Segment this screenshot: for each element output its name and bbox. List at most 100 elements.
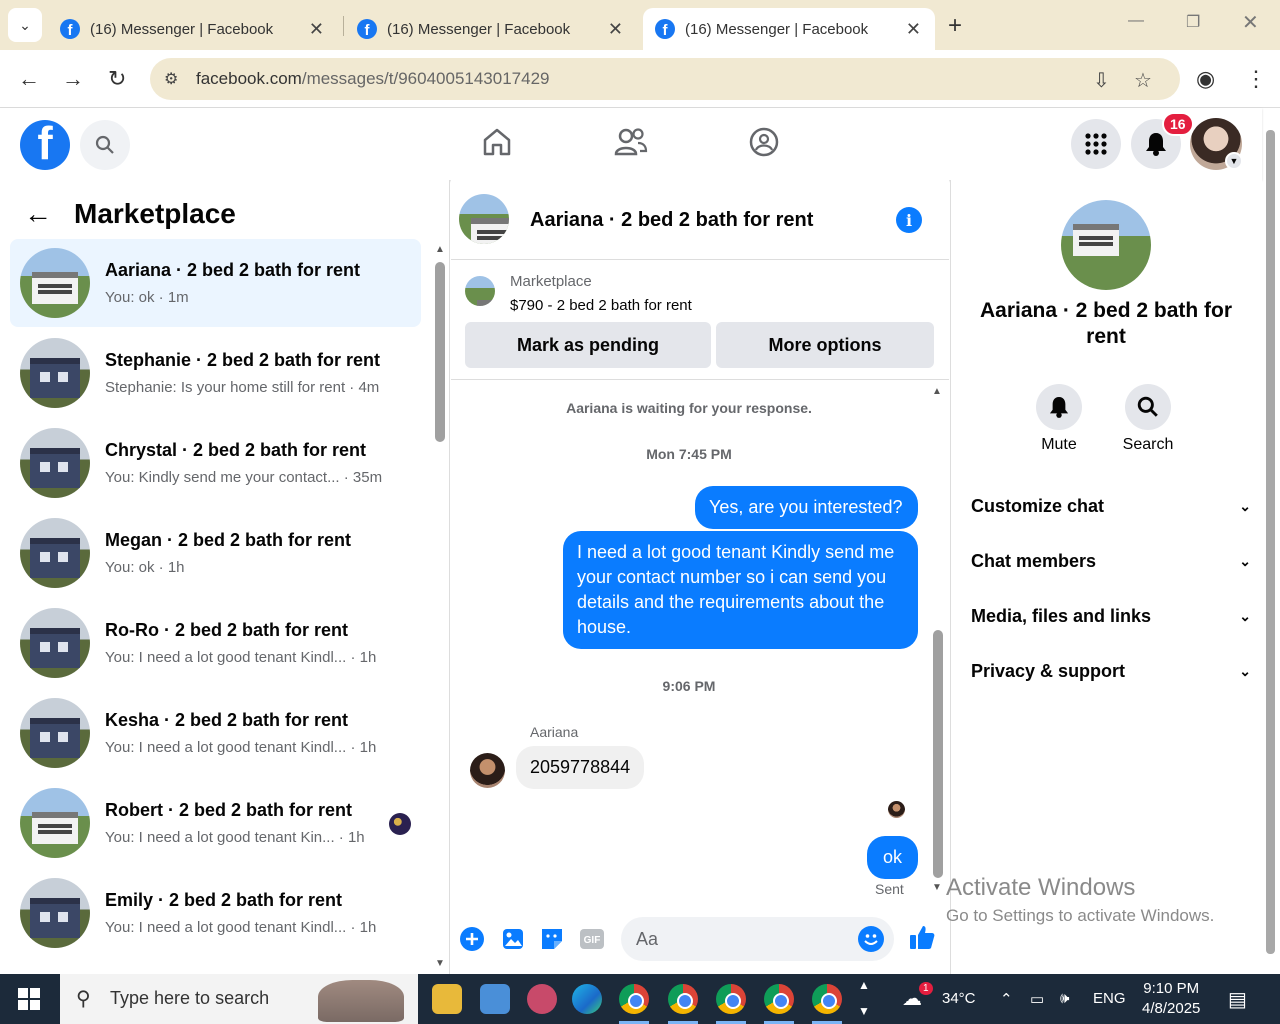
conversation-item[interactable]: Aariana · 2 bed 2 bath for rent You: ok ·… (10, 239, 421, 327)
outgoing-message[interactable]: I need a lot good tenant Kindly send me … (563, 531, 918, 649)
outgoing-message[interactable]: Yes, are you interested? (695, 486, 918, 529)
reload-icon[interactable]: ↻ (108, 66, 126, 92)
groups-icon[interactable] (748, 126, 780, 158)
outgoing-message[interactable]: ok (867, 836, 918, 879)
back-arrow-icon[interactable]: ← (24, 198, 52, 230)
temperature[interactable]: 34°C (942, 990, 976, 1007)
minimize-icon[interactable]: — (1128, 12, 1144, 30)
chevron-down-icon[interactable]: ▼ (1225, 152, 1243, 170)
taskbar-scroll-down-icon[interactable]: ▼ (858, 1004, 870, 1018)
chat-avatar[interactable] (459, 194, 509, 244)
gif-icon[interactable]: GIF (579, 926, 605, 952)
new-tab-button[interactable]: + (948, 12, 962, 40)
chat-members-section[interactable]: Chat members ⌄ (971, 551, 1251, 572)
scrollbar-thumb[interactable] (933, 630, 943, 878)
scroll-up-arrow[interactable]: ▲ (435, 244, 445, 255)
address-bar[interactable]: ⚙ facebook.com/messages/t/96040051430174… (150, 58, 1180, 100)
conversation-item[interactable]: Robert · 2 bed 2 bath for rent You: I nee… (10, 779, 421, 867)
thumbs-up-icon[interactable] (907, 922, 937, 952)
conversation-item[interactable]: Kesha · 2 bed 2 bath for rent You: I need… (10, 689, 421, 777)
window-close-icon[interactable]: ✕ (1242, 10, 1259, 35)
notification-center-icon[interactable]: ▤ (1228, 987, 1247, 1012)
site-settings-icon[interactable]: ⚙ (164, 69, 178, 89)
notification-badge: 16 (1162, 112, 1194, 136)
chevron-down-icon: ⌄ (1239, 663, 1251, 679)
conversation-item[interactable]: Megan · 2 bed 2 bath for rent You: ok · 1… (10, 509, 421, 597)
more-options-button[interactable]: More options (716, 322, 934, 368)
browser-tab-1[interactable]: f (16) Messenger | Facebook ✕ (48, 8, 338, 50)
chrome-icon[interactable] (716, 984, 746, 1014)
conversation-item[interactable]: Ro-Ro · 2 bed 2 bath for rent You: I need… (10, 599, 421, 687)
chat-header: Aariana · 2 bed 2 bath for rent i (451, 180, 949, 260)
facebook-search-button[interactable] (80, 120, 130, 170)
tray-chevron-up-icon[interactable]: ⌃ (1000, 990, 1013, 1008)
volume-icon[interactable]: 🕪 (1060, 990, 1069, 1007)
page-scrollbar[interactable] (1266, 130, 1275, 954)
media-files-links-section[interactable]: Media, files and links ⌄ (971, 606, 1251, 627)
emoji-icon[interactable] (858, 926, 884, 952)
chrome-icon[interactable] (812, 984, 842, 1014)
friends-icon[interactable] (614, 126, 648, 158)
tab-close-icon[interactable]: ✕ (906, 19, 921, 40)
tab-search-menu-button[interactable]: ⌄ (8, 8, 42, 42)
chrome-icon[interactable] (619, 984, 649, 1014)
tab-close-icon[interactable]: ✕ (608, 19, 623, 40)
browser-menu-icon[interactable]: ⋮ (1245, 66, 1267, 92)
listing-thumbnail (20, 698, 90, 768)
bookmark-star-icon[interactable]: ☆ (1134, 68, 1152, 93)
chrome-icon[interactable] (668, 984, 698, 1014)
install-app-icon[interactable]: ⇩ (1093, 68, 1110, 93)
customize-chat-section[interactable]: Customize chat ⌄ (971, 496, 1251, 517)
tab-title: (16) Messenger | Facebook (90, 20, 274, 38)
sender-name: Aariana (530, 724, 579, 740)
conversation-item[interactable]: Emily · 2 bed 2 bath for rent You: I need… (10, 869, 421, 957)
plus-icon[interactable] (459, 926, 485, 952)
taskbar-search[interactable]: ⚲ Type here to search (60, 974, 418, 1024)
taskbar-search-placeholder: Type here to search (110, 988, 270, 1008)
facebook-logo-icon[interactable]: f (20, 120, 70, 170)
snipping-tool-icon[interactable] (527, 984, 557, 1014)
back-arrow-icon[interactable]: ← (18, 66, 40, 92)
conversation-item[interactable]: Stephanie · 2 bed 2 bath for rent Stephan… (10, 329, 421, 417)
scroll-up-arrow[interactable]: ▲ (932, 386, 942, 397)
scrollbar-thumb[interactable] (435, 262, 445, 442)
taskbar-scroll-up-icon[interactable]: ▲ (858, 978, 870, 992)
chrome-icon[interactable] (764, 984, 794, 1014)
listing-thumbnail[interactable] (465, 276, 495, 306)
info-icon[interactable]: i (896, 207, 922, 233)
mark-as-pending-button[interactable]: Mark as pending (465, 322, 711, 368)
scroll-down-arrow[interactable]: ▼ (932, 882, 942, 893)
menu-grid-button[interactable] (1071, 119, 1121, 169)
edge-browser-icon[interactable] (572, 984, 602, 1014)
search-in-chat-button[interactable]: Search (1108, 384, 1188, 454)
home-icon[interactable] (481, 126, 513, 158)
windows-start-icon[interactable] (18, 988, 40, 1010)
search-highlight-image (318, 980, 404, 1022)
system-clock[interactable]: 9:10 PM 4/8/2025 (1142, 979, 1200, 1019)
sender-avatar[interactable] (470, 753, 505, 788)
mute-button[interactable]: Mute (1019, 384, 1099, 454)
clock-date: 4/8/2025 (1142, 1000, 1201, 1017)
restore-icon[interactable]: ❐ (1186, 12, 1200, 32)
computer-icon[interactable] (480, 984, 510, 1014)
message-input[interactable]: Aa (621, 917, 894, 961)
privacy-support-section[interactable]: Privacy & support ⌄ (971, 661, 1251, 682)
browser-tab-active[interactable]: f (16) Messenger | Facebook ✕ (643, 8, 935, 50)
message-placeholder: Aa (636, 929, 659, 949)
language-indicator[interactable]: ENG (1093, 990, 1126, 1007)
listing-avatar[interactable] (1061, 200, 1151, 290)
scroll-down-arrow[interactable]: ▼ (435, 958, 445, 969)
profile-icon[interactable]: ◉ (1196, 66, 1215, 92)
url-text[interactable]: facebook.com/messages/t/9604005143017429 (196, 69, 550, 89)
incoming-message[interactable]: 2059778844 (516, 746, 645, 789)
file-explorer-icon[interactable] (432, 984, 462, 1014)
sticker-icon[interactable] (539, 926, 565, 952)
photo-icon[interactable] (500, 926, 526, 952)
tab-close-icon[interactable]: ✕ (309, 19, 324, 40)
conversation-item[interactable]: Chrystal · 2 bed 2 bath for rent You: Kin… (10, 419, 421, 507)
browser-tab-2[interactable]: f (16) Messenger | Facebook ✕ (345, 8, 637, 50)
forward-arrow-icon[interactable]: → (62, 66, 84, 92)
listing-title[interactable]: $790 - 2 bed 2 bath for rent (510, 297, 692, 314)
network-icon[interactable]: ▭ (1030, 990, 1044, 1008)
chat-title[interactable]: Aariana · 2 bed 2 bath for rent (530, 209, 813, 232)
